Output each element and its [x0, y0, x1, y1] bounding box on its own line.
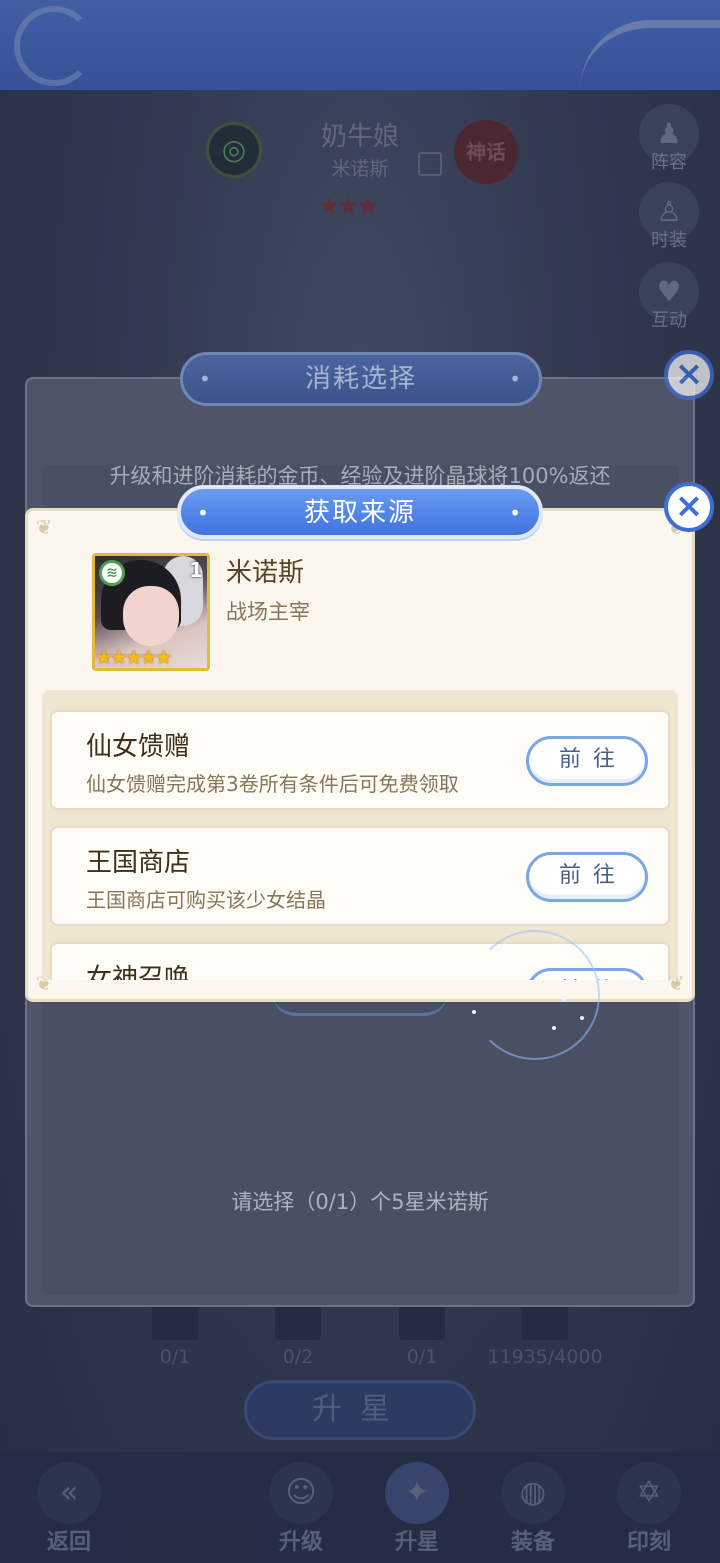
faction-wind-icon: ≋	[99, 560, 125, 586]
sparkle-dot	[472, 1010, 476, 1014]
source-description: 王国商店可购买该少女结晶	[86, 888, 326, 912]
item-card[interactable]: ≋ 1 ★★★★★	[92, 553, 210, 671]
go-button[interactable]: 前往	[526, 852, 648, 902]
sparkle-dot	[562, 998, 566, 1002]
sparkle-dot	[552, 1026, 556, 1030]
card-stars: ★★★★★	[95, 645, 173, 669]
source-list[interactable]: 仙女馈赠 仙女馈赠完成第3卷所有条件后可免费领取 前往 王国商店 王国商店可购买…	[42, 690, 678, 980]
item-description: 战场主宰	[226, 600, 310, 624]
source-row: 王国商店 王国商店可购买该少女结晶 前往	[50, 826, 670, 926]
select-hint: 请选择（0/1）个5星米诺斯	[231, 1190, 489, 1214]
corner-ornament: ❦	[35, 515, 53, 539]
source-close-button[interactable]: ×	[664, 482, 714, 532]
source-row: 仙女馈赠 仙女馈赠完成第3卷所有条件后可免费领取 前往	[50, 710, 670, 810]
card-level: 1	[189, 558, 203, 582]
card-art-face	[123, 586, 179, 646]
item-name: 米诺斯	[226, 558, 305, 588]
source-name: 仙女馈赠	[86, 732, 191, 762]
consume-dialog-title: 消耗选择	[180, 352, 542, 406]
sparkle-dot	[580, 1016, 584, 1020]
consume-close-button[interactable]: ×	[664, 350, 714, 400]
source-name: 王国商店	[86, 848, 191, 878]
sparkle-effect	[470, 930, 600, 1060]
source-dialog-title: 获取来源	[177, 485, 543, 539]
go-button[interactable]: 前往	[526, 736, 648, 786]
source-name: 女神召唤	[86, 964, 191, 980]
source-description: 仙女馈赠完成第3卷所有条件后可免费领取	[86, 772, 459, 796]
